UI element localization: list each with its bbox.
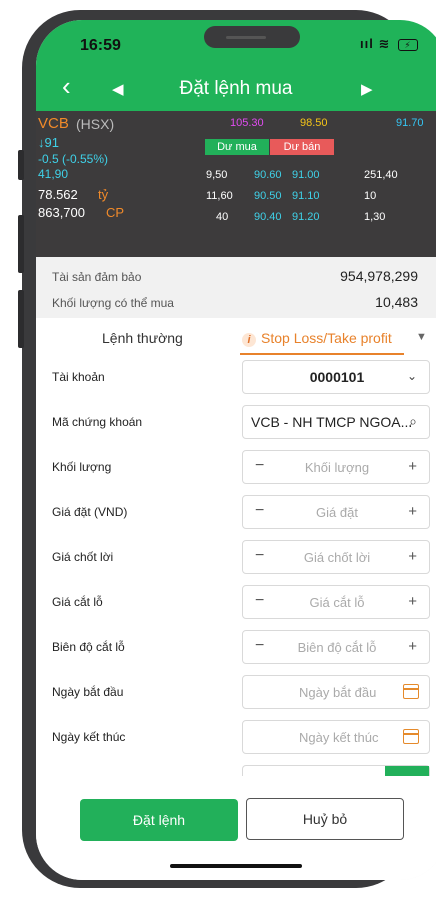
trade-value-unit: tỷ — [98, 187, 109, 202]
collateral-row: Tài sản đảm bảo 954,978,299 — [36, 266, 436, 288]
start-date-placeholder: Ngày bắt đầu — [299, 685, 377, 700]
bid-volume: 11,60 — [206, 190, 233, 202]
ask-volume: 1,30 — [364, 211, 386, 223]
increase-price-button[interactable]: + — [408, 503, 417, 520]
account-value: 0000101 — [309, 369, 365, 385]
tab-stop-label: Stop Loss/Take profit — [261, 330, 392, 346]
phone-screen: 16:59 ııl ≋ ⚡ ‹ ◀ Đặt lệnh mua ▶ VCB (HS… — [36, 20, 436, 880]
end-date-field[interactable]: Ngày kết thúc — [242, 720, 430, 754]
info-icon: i — [242, 333, 256, 347]
total-volume: 863,700 — [38, 205, 85, 220]
cancel-button[interactable]: Huỷ bỏ — [246, 798, 404, 840]
price-placeholder: Giá đặt — [316, 505, 358, 520]
account-select[interactable]: 0000101 ⌄ — [242, 360, 430, 394]
bid-volume: 40 — [216, 211, 229, 223]
end-date-label: Ngày kết thúc — [52, 730, 126, 744]
volume-up-button — [18, 215, 24, 273]
ask-volume: 10 — [364, 190, 377, 202]
increase-quantity-button[interactable]: + — [408, 458, 417, 475]
market-panel: VCB (HSX) 105.30 98.50 91.70 ↓91 -0.5 (-… — [36, 111, 436, 257]
stop-range-label: Biên độ cắt lỗ — [52, 640, 125, 654]
start-date-field[interactable]: Ngày bắt đầu — [242, 675, 430, 709]
nav-bar: ‹ ◀ Đặt lệnh mua ▶ — [36, 71, 436, 107]
symbol-search-field[interactable]: VCB - NH TMCP NGOA... ⌕ — [242, 405, 430, 439]
ask-price: 91.00 — [292, 169, 320, 181]
quantity-placeholder: Khối lượng — [304, 460, 370, 475]
last-price: ↓91 — [38, 135, 59, 150]
symbol-code: VCB — [38, 115, 69, 132]
wifi-icon: ≋ — [378, 36, 391, 51]
increase-stop-loss-button[interactable]: + — [408, 593, 417, 610]
bid-volume: 9,50 — [206, 169, 228, 181]
calendar-icon[interactable] — [403, 684, 419, 699]
bid-price: 90.60 — [254, 169, 282, 181]
collateral-label: Tài sản đảm bảo — [52, 270, 142, 284]
stop-range-stepper[interactable]: − Biên độ cắt lỗ + — [242, 630, 430, 664]
price-change: -0.5 (-0.55%) — [38, 152, 109, 166]
quantity-label: Khối lượng — [52, 460, 112, 474]
stop-loss-label: Giá cắt lỗ — [52, 595, 103, 609]
dropdown-caret-icon[interactable]: ▼ — [416, 331, 427, 343]
increase-stop-range-button[interactable]: + — [408, 638, 417, 655]
ask-price: 91.20 — [292, 211, 320, 223]
take-profit-placeholder: Giá chốt lời — [303, 550, 371, 565]
order-form: Tài khoản 0000101 ⌄ Mã chứng khoán VCB -… — [36, 356, 436, 786]
place-order-button[interactable]: Đặt lệnh — [80, 799, 238, 841]
increase-take-profit-button[interactable]: + — [408, 548, 417, 565]
buyable-value: 10,483 — [375, 294, 418, 310]
speaker-grille — [226, 36, 266, 39]
price-stepper[interactable]: − Giá đặt + — [242, 495, 430, 529]
take-profit-label: Giá chốt lời — [52, 550, 114, 564]
symbol-value: VCB - NH TMCP NGOA... — [251, 414, 413, 430]
quantity-stepper[interactable]: − Khối lượng + — [242, 450, 430, 484]
active-tab-indicator — [240, 353, 404, 355]
exchange-label: (HSX) — [76, 116, 115, 132]
order-type-tabs: Lệnh thường i Stop Loss/Take profit ▼ — [36, 318, 436, 356]
bottom-actions: Đặt lệnh Huỷ bỏ — [36, 776, 436, 880]
stop-loss-stepper[interactable]: − Giá cắt lỗ + — [242, 585, 430, 619]
trade-value: 78.562 — [38, 187, 78, 202]
end-date-placeholder: Ngày kết thúc — [299, 730, 379, 745]
mute-switch — [18, 150, 24, 180]
take-profit-stepper[interactable]: − Giá chốt lời + — [242, 540, 430, 574]
status-icons: ııl ≋ ⚡ — [360, 36, 418, 52]
status-time: 16:59 — [80, 37, 121, 54]
bid-price: 90.50 — [254, 190, 282, 202]
reference-price: 98.50 — [300, 117, 328, 129]
ask-price: 91.10 — [292, 190, 320, 202]
start-date-label: Ngày bắt đầu — [52, 685, 124, 699]
stop-range-placeholder: Biên độ cắt lỗ — [297, 640, 377, 655]
account-label: Tài khoản — [52, 370, 105, 384]
lot-volume: 41,90 — [38, 167, 69, 181]
search-icon[interactable]: ⌕ — [409, 413, 417, 430]
battery-icon: ⚡ — [398, 38, 418, 51]
app-header: 16:59 ııl ≋ ⚡ ‹ ◀ Đặt lệnh mua ▶ — [36, 20, 436, 111]
signal-icon: ııl — [360, 36, 374, 51]
buyable-label: Khối lượng có thể mua — [52, 296, 174, 310]
ask-volume: 251,40 — [364, 169, 398, 181]
ceiling-price: 105.30 — [230, 117, 264, 129]
page-title: Đặt lệnh mua — [179, 78, 293, 99]
chevron-down-icon: ⌄ — [406, 369, 417, 383]
symbol-label: Mã chứng khoán — [52, 415, 143, 429]
tab-normal-order[interactable]: Lệnh thường — [102, 330, 183, 346]
buyable-row: Khối lượng có thể mua 10,483 — [36, 292, 436, 314]
price-label: Giá đặt (VND) — [52, 505, 128, 519]
floor-price: 91.70 — [396, 117, 424, 129]
sell-depth-header: Dư bán — [270, 139, 334, 155]
collateral-value: 954,978,299 — [340, 268, 418, 284]
buy-depth-header: Dư mua — [205, 139, 269, 155]
calendar-icon[interactable] — [403, 729, 419, 744]
volume-down-button — [18, 290, 24, 348]
total-volume-unit: CP — [106, 205, 125, 220]
stop-loss-placeholder: Giá cắt lỗ — [309, 595, 365, 610]
next-symbol-icon[interactable]: ▶ — [361, 80, 373, 98]
tab-stop-loss-take-profit[interactable]: i Stop Loss/Take profit — [242, 330, 392, 347]
bid-price: 90.40 — [254, 211, 282, 223]
home-indicator — [170, 864, 302, 868]
